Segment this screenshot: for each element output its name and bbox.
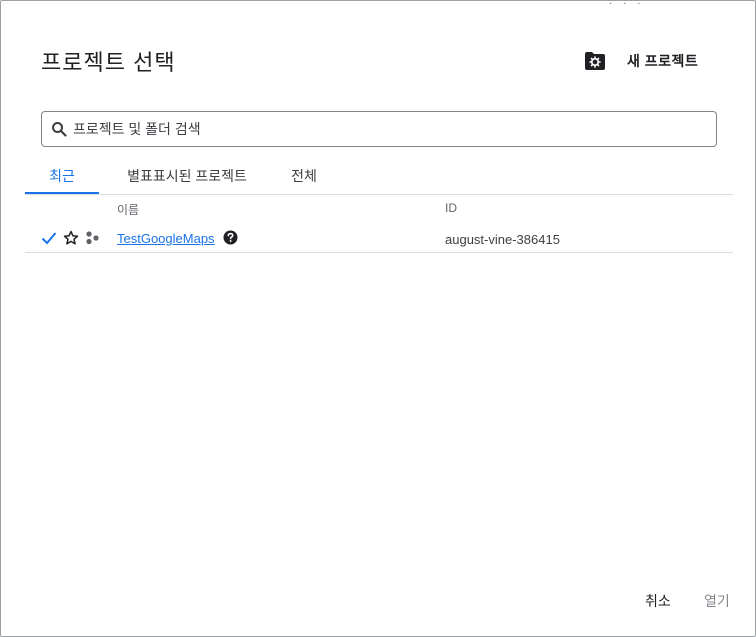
project-name-link[interactable]: TestGoogleMaps [117, 231, 215, 246]
open-button[interactable]: 열기 [704, 591, 730, 611]
top-edge-fragment: · · · [609, 0, 645, 9]
new-project-label: 새 프로젝트 [627, 53, 699, 69]
project-type-icon [83, 229, 101, 247]
table-header: 이름 ID [25, 195, 733, 221]
tab-recent[interactable]: 최근 [25, 158, 99, 194]
tab-all[interactable]: 전체 [277, 158, 331, 194]
tab-bar: 최근 별표표시된 프로젝트 전체 [25, 158, 733, 195]
dialog-title: 프로젝트 선택 [41, 50, 176, 75]
table-row[interactable]: TestGoogleMaps august-vine-386415 [25, 225, 733, 253]
tab-starred[interactable]: 별표표시된 프로젝트 [113, 158, 261, 194]
cancel-button[interactable]: 취소 [645, 591, 671, 611]
help-icon[interactable] [223, 230, 238, 245]
project-search-box[interactable] [41, 111, 717, 147]
folder-settings-icon [583, 49, 607, 73]
search-input[interactable] [73, 121, 716, 137]
column-header-name[interactable]: 이름 [117, 201, 139, 218]
new-project-button[interactable]: 새 프로젝트 [583, 47, 698, 75]
project-id: august-vine-386415 [445, 232, 560, 247]
column-header-id[interactable]: ID [445, 201, 457, 215]
search-icon [51, 121, 67, 137]
project-picker-dialog: · · · 프로젝트 선택 새 프로젝트 프로젝트 및 폴더 검색 최근 별표표… [0, 0, 756, 637]
check-icon [40, 229, 58, 247]
star-outline-icon[interactable] [62, 229, 80, 247]
